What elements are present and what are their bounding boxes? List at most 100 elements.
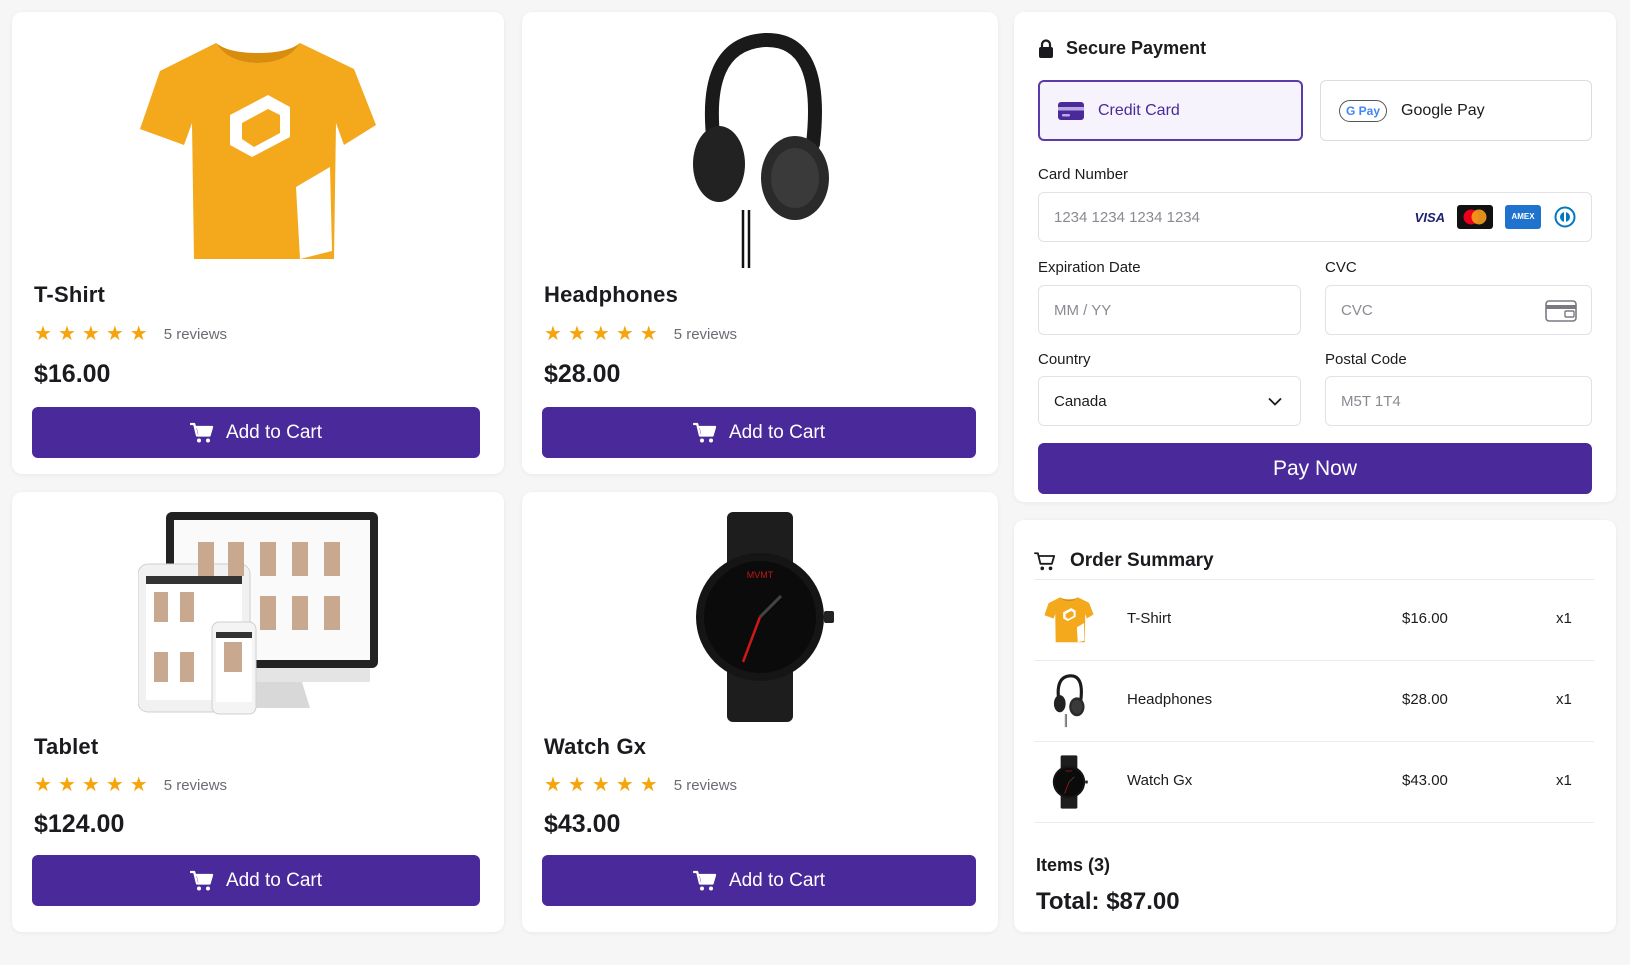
cart-icon	[190, 422, 214, 444]
star-icon: ★	[34, 774, 52, 796]
add-to-cart-button[interactable]: Add to Cart	[542, 407, 976, 458]
expiration-input[interactable]	[1054, 301, 1300, 319]
payment-header: Secure Payment	[1038, 38, 1206, 59]
star-icon: ★	[615, 323, 634, 345]
product-card-headphones: Headphones ★ ★ ★ ★ ★ 5 reviews $28.00 Ad…	[522, 12, 998, 474]
summary-item-qty: x1	[1556, 772, 1572, 789]
card-number-label: Card Number	[1038, 166, 1129, 183]
country-label: Country	[1038, 351, 1091, 368]
product-name[interactable]: Watch Gx	[544, 734, 646, 760]
star-icon: ★	[129, 323, 148, 345]
summary-item-price: $28.00	[1402, 691, 1448, 708]
google-pay-icon: G Pay	[1339, 99, 1388, 122]
cart-icon	[1034, 551, 1056, 570]
mastercard-icon	[1457, 205, 1493, 229]
rating: ★ ★ ★ ★ ★ 5 reviews	[544, 324, 737, 344]
cart-icon	[693, 870, 717, 892]
credit-card-option[interactable]: Credit Card	[1038, 80, 1303, 141]
star-icon: ★	[81, 774, 100, 796]
summary-row: T-Shirt $16.00 x1	[1034, 580, 1594, 660]
add-to-cart-label: Add to Cart	[728, 421, 826, 443]
cvc-card-icon	[1545, 300, 1577, 322]
headphones-thumbnail	[1042, 673, 1096, 729]
lock-icon	[1039, 38, 1053, 58]
expiration-field[interactable]	[1038, 285, 1301, 335]
country-value: Canada	[1054, 392, 1107, 410]
rating: ★ ★ ★ ★ ★ 5 reviews	[34, 775, 227, 795]
headphones-image[interactable]	[522, 22, 998, 282]
product-price: $43.00	[544, 810, 621, 838]
chevron-down-icon	[1268, 397, 1282, 406]
star-icon: ★	[129, 774, 148, 796]
product-price: $28.00	[544, 360, 621, 388]
cart-icon	[190, 870, 214, 892]
diners-club-icon	[1553, 205, 1577, 229]
star-icon: ★	[105, 323, 124, 345]
watch-thumbnail	[1042, 754, 1096, 810]
tshirt-image[interactable]	[12, 22, 504, 282]
review-count[interactable]: 5 reviews	[164, 777, 227, 794]
payment-title: Secure Payment	[1066, 38, 1207, 58]
review-count[interactable]: 5 reviews	[164, 326, 227, 343]
add-to-cart-label: Add to Cart	[728, 869, 826, 891]
product-name[interactable]: Headphones	[544, 282, 678, 308]
star-icon: ★	[57, 323, 76, 345]
expiration-label: Expiration Date	[1038, 259, 1141, 276]
card-number-field[interactable]: VISA AMEX	[1038, 192, 1592, 242]
card-brand-logos: VISA AMEX	[1415, 205, 1577, 229]
order-summary-title: Order Summary	[1070, 550, 1214, 571]
order-summary-panel: Order Summary T-Shirt $16.00 x1 Headphon…	[1014, 520, 1616, 932]
visa-icon: VISA	[1414, 209, 1445, 225]
pay-now-button[interactable]: Pay Now	[1038, 443, 1592, 494]
postal-code-input[interactable]	[1341, 392, 1591, 410]
product-name[interactable]: T-Shirt	[34, 282, 105, 308]
add-to-cart-button[interactable]: Add to Cart	[32, 407, 480, 458]
credit-card-icon	[1058, 101, 1084, 120]
items-count: Items (3)	[1036, 855, 1111, 875]
add-to-cart-label: Add to Cart	[225, 421, 323, 443]
google-pay-option[interactable]: G Pay Google Pay	[1320, 80, 1592, 141]
postal-code-label: Postal Code	[1325, 351, 1407, 368]
rating: ★ ★ ★ ★ ★ 5 reviews	[34, 324, 227, 344]
star-icon: ★	[81, 323, 100, 345]
payment-panel: Secure Payment Credit Card G Pay Google …	[1014, 12, 1616, 502]
product-price: $124.00	[34, 810, 125, 838]
cart-icon	[693, 422, 717, 444]
google-pay-label: Google Pay	[1401, 101, 1485, 119]
product-card-watch: Watch Gx ★ ★ ★ ★ ★ 5 reviews $43.00 Add …	[522, 492, 998, 932]
credit-card-label: Credit Card	[1098, 101, 1180, 119]
summary-row: Headphones $28.00 x1	[1034, 661, 1594, 741]
star-icon: ★	[567, 323, 586, 345]
postal-code-field[interactable]	[1325, 376, 1592, 426]
review-count[interactable]: 5 reviews	[674, 326, 737, 343]
summary-row: Watch Gx $43.00 x1	[1034, 742, 1594, 822]
summary-item-name: Headphones	[1127, 691, 1213, 708]
star-icon: ★	[567, 774, 586, 796]
product-price: $16.00	[34, 360, 111, 388]
divider	[1034, 822, 1594, 823]
star-icon: ★	[34, 323, 52, 345]
add-to-cart-button[interactable]: Add to Cart	[542, 855, 976, 906]
add-to-cart-label: Add to Cart	[225, 869, 323, 891]
star-icon: ★	[639, 774, 658, 796]
order-total: Total: $87.00	[1036, 888, 1180, 915]
watch-image[interactable]	[522, 502, 998, 732]
star-icon: ★	[639, 323, 658, 345]
star-icon: ★	[591, 774, 610, 796]
cvc-label: CVC	[1325, 259, 1357, 276]
product-name[interactable]: Tablet	[34, 734, 98, 760]
star-icon: ★	[615, 774, 634, 796]
review-count[interactable]: 5 reviews	[674, 777, 737, 794]
cvc-field[interactable]	[1325, 285, 1592, 335]
summary-item-qty: x1	[1556, 610, 1572, 627]
star-icon: ★	[544, 323, 562, 345]
product-card-tablet: Tablet ★ ★ ★ ★ ★ 5 reviews $124.00 Add t…	[12, 492, 504, 932]
product-card-tshirt: T-Shirt ★ ★ ★ ★ ★ 5 reviews $16.00 Add t…	[12, 12, 504, 474]
star-icon: ★	[591, 323, 610, 345]
add-to-cart-button[interactable]: Add to Cart	[32, 855, 480, 906]
summary-item-name: Watch Gx	[1127, 772, 1193, 789]
country-select[interactable]: Canada	[1038, 376, 1301, 426]
star-icon: ★	[57, 774, 76, 796]
devices-image[interactable]	[12, 502, 504, 732]
rating: ★ ★ ★ ★ ★ 5 reviews	[544, 775, 737, 795]
